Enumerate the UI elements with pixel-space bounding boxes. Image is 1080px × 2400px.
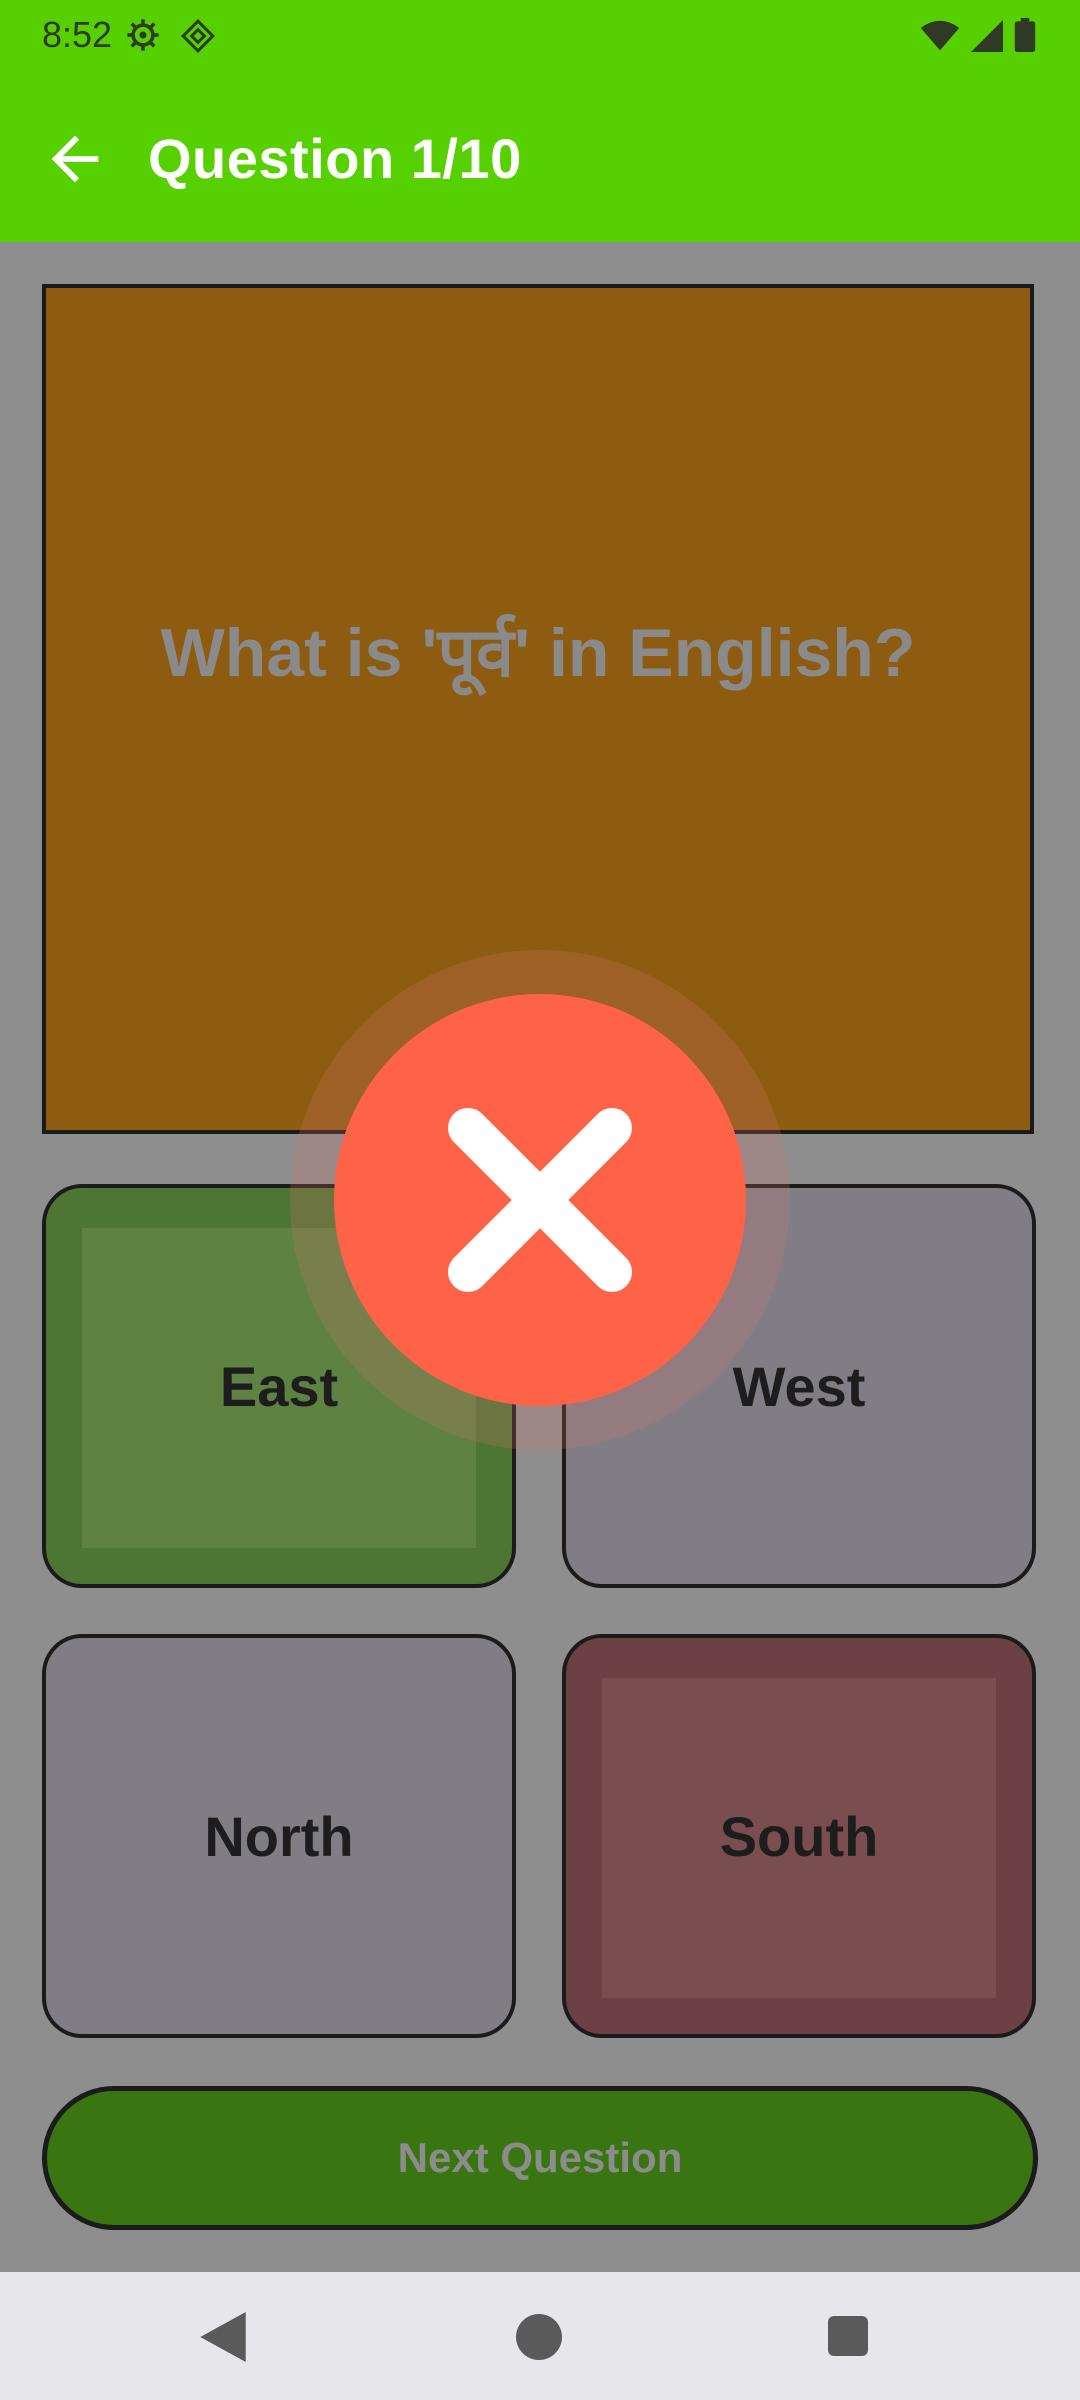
page-title: Question 1/10 (148, 127, 522, 190)
status-time: 8:52 (42, 14, 113, 55)
status-left-icons (126, 18, 216, 54)
settings-icon (127, 19, 159, 51)
signal-icon (971, 20, 1003, 52)
option-north-button[interactable]: North (42, 1634, 516, 2038)
nav-home-icon[interactable] (516, 2314, 562, 2360)
wrong-answer-overlay (290, 950, 790, 1450)
app-bar: Question 1/10 (0, 72, 1080, 242)
system-nav-bar (0, 2272, 1080, 2400)
option-label: South (719, 1804, 879, 1868)
question-text: What is 'पूर्व' in English? (160, 614, 916, 691)
option-south-button[interactable]: South (562, 1634, 1036, 2038)
nav-back-icon[interactable] (200, 2312, 246, 2362)
wifi-icon (920, 20, 960, 51)
wrong-answer-badge (334, 994, 746, 1406)
close-icon (448, 1108, 632, 1292)
option-label: East (219, 1354, 339, 1418)
battery-icon (1014, 18, 1036, 52)
status-bar: 8:52 (0, 0, 1080, 72)
status-right-icons (920, 18, 1036, 52)
arrow-back-icon[interactable] (40, 124, 110, 194)
option-label: West (732, 1354, 866, 1418)
notification-icon (181, 19, 215, 53)
option-label: North (204, 1804, 354, 1868)
nav-recents-icon[interactable] (828, 2316, 868, 2356)
next-question-button[interactable]: Next Question (42, 2086, 1038, 2230)
